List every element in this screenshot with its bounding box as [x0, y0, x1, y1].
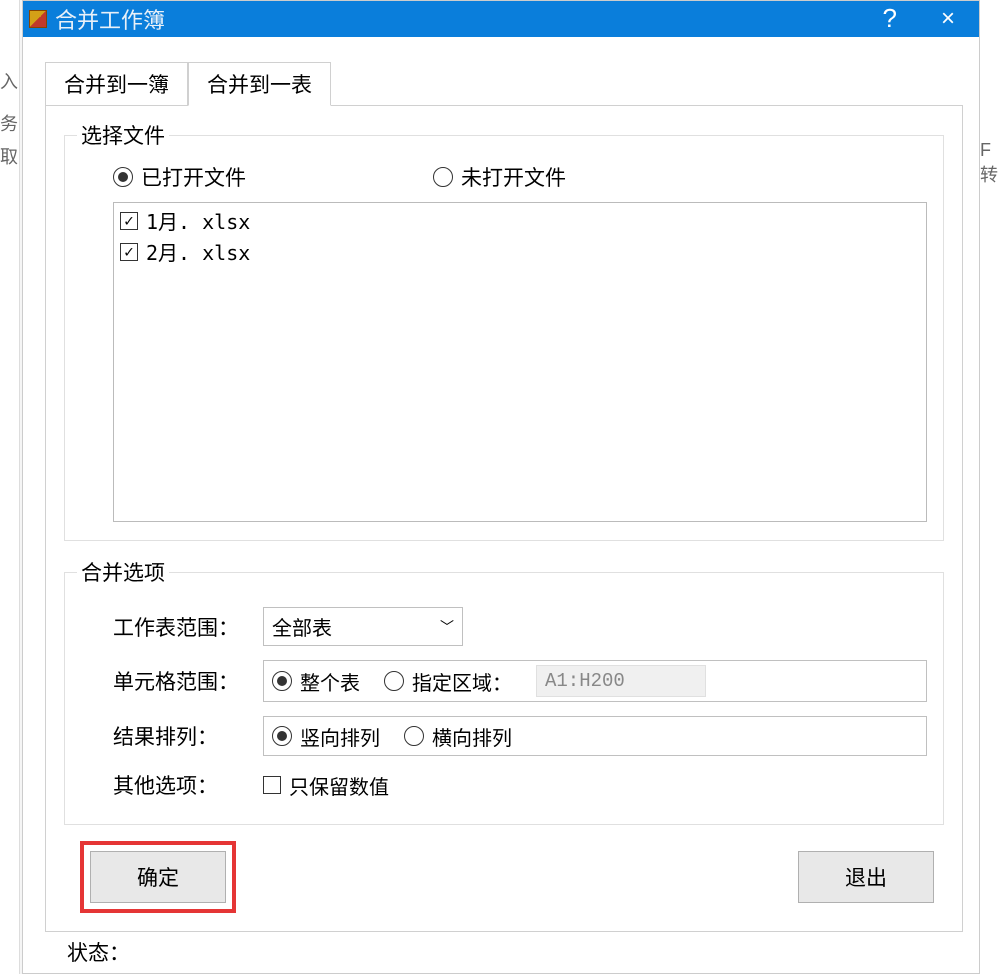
opened-files-radio[interactable]: 已打开文件 — [113, 162, 433, 192]
window-title: 合并工作簿 — [55, 3, 165, 35]
file-list-item[interactable]: 1月. xlsx — [120, 205, 920, 236]
merge-options-group: 合并选项 工作表范围： 全部表 ﹀ 单元格范围： 整个表 — [64, 557, 944, 825]
other-options-label: 其他选项： — [113, 770, 263, 800]
radio-icon — [384, 671, 404, 691]
range-input[interactable]: A1:H200 — [536, 665, 706, 697]
file-list[interactable]: 1月. xlsx 2月. xlsx — [113, 202, 927, 522]
radio-icon — [272, 671, 292, 691]
tab-panel: 选择文件 已打开文件 未打开文件 1月. xlsx — [45, 105, 963, 932]
file-selection-legend: 选择文件 — [77, 120, 169, 150]
merge-options-legend: 合并选项 — [77, 557, 169, 587]
checkbox-icon[interactable] — [120, 212, 138, 230]
file-list-item[interactable]: 2月. xlsx — [120, 236, 920, 267]
keep-values-checkbox[interactable]: 只保留数值 — [263, 771, 389, 800]
exit-button[interactable]: 退出 — [798, 851, 934, 903]
app-icon — [29, 10, 47, 28]
cell-range-box: 整个表 指定区域： A1:H200 — [263, 660, 927, 702]
checkbox-icon[interactable] — [120, 243, 138, 261]
specified-range-radio[interactable]: 指定区域： — [384, 667, 512, 696]
sheet-range-label: 工作表范围： — [113, 612, 263, 642]
status-label: 状态： — [67, 937, 130, 967]
bg-text: 务 — [0, 110, 18, 136]
tab-strip: 合并到一簿 合并到一表 — [45, 61, 963, 105]
close-button[interactable]: × — [925, 1, 971, 37]
bg-text: 取 — [0, 143, 18, 169]
tab-merge-to-workbook[interactable]: 合并到一簿 — [45, 62, 188, 106]
file-selection-group: 选择文件 已打开文件 未打开文件 1月. xlsx — [64, 120, 944, 541]
merge-workbook-dialog: 合并工作簿 ? × 合并到一簿 合并到一表 选择文件 已打开文件 未打开文件 — [22, 0, 980, 974]
radio-icon — [404, 726, 424, 746]
result-layout-label: 结果排列： — [113, 721, 263, 751]
whole-sheet-radio[interactable]: 整个表 — [272, 667, 360, 696]
vertical-layout-radio[interactable]: 竖向排列 — [272, 722, 380, 751]
highlight-annotation: 确定 — [80, 841, 236, 913]
tab-merge-to-sheet[interactable]: 合并到一表 — [188, 62, 331, 106]
button-row: 确定 退出 — [64, 841, 944, 913]
chevron-down-icon: ﹀ — [440, 617, 454, 637]
radio-icon — [113, 167, 133, 187]
unopened-files-radio[interactable]: 未打开文件 — [433, 162, 566, 192]
titlebar: 合并工作簿 ? × — [23, 1, 979, 37]
bg-text: F转 — [980, 140, 998, 187]
radio-icon — [272, 726, 292, 746]
result-layout-box: 竖向排列 横向排列 — [263, 716, 927, 756]
checkbox-icon[interactable] — [263, 776, 281, 794]
help-button[interactable]: ? — [871, 3, 909, 34]
cell-range-label: 单元格范围： — [113, 666, 263, 696]
bg-text: 入 — [0, 68, 18, 94]
sheet-range-select[interactable]: 全部表 ﹀ — [263, 607, 463, 646]
horizontal-layout-radio[interactable]: 横向排列 — [404, 722, 512, 751]
radio-icon — [433, 167, 453, 187]
confirm-button[interactable]: 确定 — [90, 851, 226, 903]
